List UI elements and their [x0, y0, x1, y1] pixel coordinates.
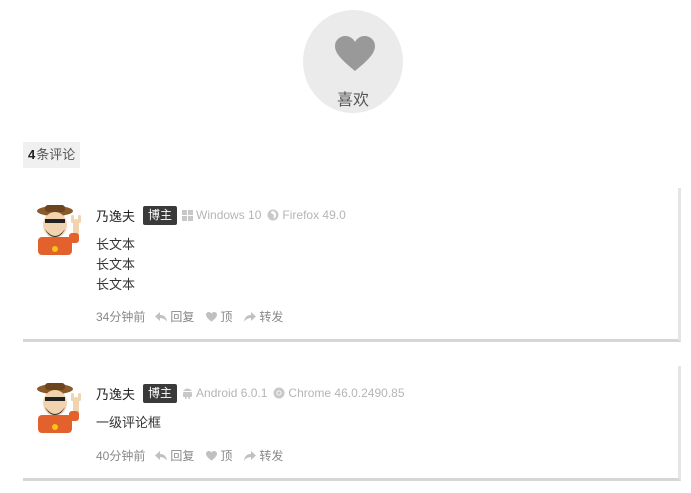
heart-icon: [206, 450, 218, 461]
reply-label: 回复: [170, 449, 195, 463]
os-label: Windows 10: [196, 208, 262, 222]
upvote-button[interactable]: 顶: [206, 447, 232, 464]
comment-count-number: 4: [28, 147, 36, 162]
reply-button[interactable]: 回复: [155, 447, 194, 464]
comment-actions: 40分钟前 回复 顶 转发: [96, 447, 295, 464]
android-icon: [183, 388, 193, 399]
comment-author[interactable]: 乃逸夫: [96, 206, 135, 225]
comment-item: 乃逸夫 博主 Android 6.0.1 Chrome 46.0.2490.85: [23, 366, 681, 481]
author-badge: 博主: [143, 205, 178, 225]
browser-label: Chrome 46.0.2490.85: [288, 386, 405, 400]
comment-text-line: 长文本: [96, 277, 136, 292]
comment-actions: 34分钟前 回复 顶 转发: [96, 308, 295, 325]
comment-count-label: 条评论: [36, 147, 76, 162]
reply-label: 回复: [170, 310, 195, 324]
comment-body: 一级评论框: [96, 413, 161, 433]
forward-label: 转发: [259, 449, 284, 463]
forward-button[interactable]: 转发: [244, 308, 283, 325]
comment-text-line: 一级评论框: [96, 415, 162, 430]
comment-time: 40分钟前: [96, 449, 146, 463]
os-info: Windows 10: [182, 208, 261, 222]
forward-icon: [244, 311, 257, 321]
comment-meta: 乃逸夫 博主 Android 6.0.1 Chrome 46.0.2490.85: [96, 383, 411, 403]
heart-icon: [335, 36, 375, 71]
reply-button[interactable]: 回复: [155, 308, 194, 325]
comments-page: 喜欢 4条评论 乃逸夫 博主 Windows 10 Firefox 49.0 长…: [0, 0, 691, 493]
browser-info: Chrome 46.0.2490.85: [273, 386, 405, 400]
avatar: [35, 203, 87, 255]
comment-item: 乃逸夫 博主 Windows 10 Firefox 49.0 长文本 长文本 长…: [23, 188, 681, 342]
upvote-button[interactable]: 顶: [206, 308, 232, 325]
forward-button[interactable]: 转发: [244, 447, 283, 464]
comment-text-line: 长文本: [96, 237, 136, 252]
avatar: [35, 381, 87, 433]
os-info: Android 6.0.1: [182, 386, 267, 400]
like-label: 喜欢: [336, 92, 369, 109]
comment-author[interactable]: 乃逸夫: [96, 384, 135, 403]
author-badge: 博主: [143, 383, 178, 403]
chrome-icon: [273, 387, 285, 399]
upvote-label: 顶: [220, 310, 233, 324]
like-button[interactable]: 喜欢: [303, 10, 403, 113]
browser-info: Firefox 49.0: [267, 208, 346, 222]
heart-icon: [206, 311, 218, 322]
forward-label: 转发: [259, 310, 284, 324]
comment-meta: 乃逸夫 博主 Windows 10 Firefox 49.0: [96, 205, 352, 225]
comment-text-line: 长文本: [96, 257, 136, 272]
forward-icon: [244, 450, 257, 460]
os-label: Android 6.0.1: [196, 386, 268, 400]
browser-label: Firefox 49.0: [282, 208, 346, 222]
comment-body: 长文本 长文本 长文本: [96, 235, 135, 295]
comment-count: 4条评论: [23, 142, 81, 168]
reply-icon: [155, 450, 168, 460]
comment-time: 34分钟前: [96, 310, 146, 324]
reply-icon: [155, 311, 168, 321]
upvote-label: 顶: [220, 449, 233, 463]
firefox-icon: [267, 209, 279, 221]
windows-icon: [182, 209, 194, 221]
